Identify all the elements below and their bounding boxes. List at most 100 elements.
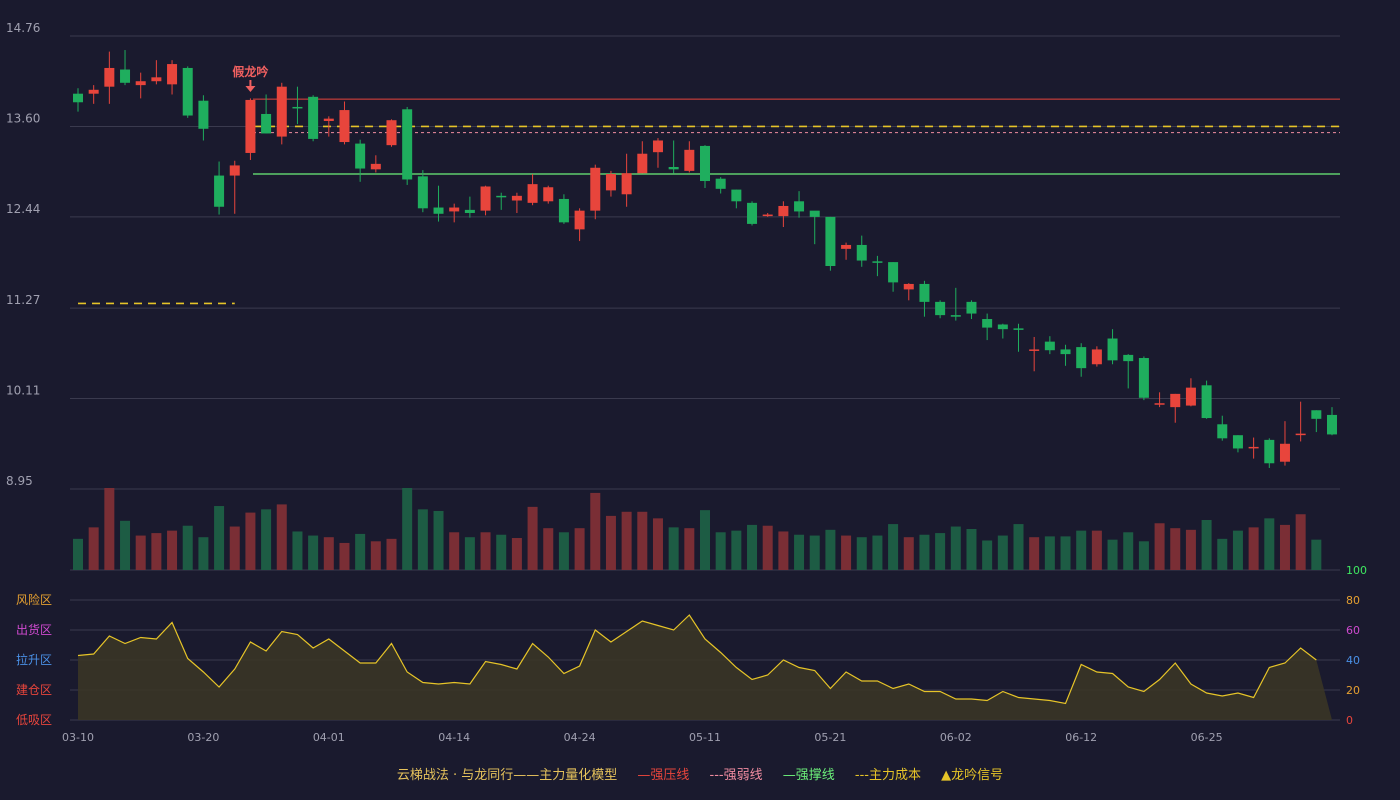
volume-bar xyxy=(245,512,256,570)
candle-body xyxy=(950,315,961,317)
volume-bar xyxy=(1107,539,1118,570)
volume-bar xyxy=(480,532,491,570)
candle-body xyxy=(621,173,632,195)
x-tick-label: 05-11 xyxy=(689,731,721,744)
volume-bar xyxy=(73,538,83,570)
candle-body xyxy=(449,207,460,212)
candle-body xyxy=(731,189,742,202)
volume-bar xyxy=(668,527,679,570)
candle-body xyxy=(511,195,522,201)
volume-bar xyxy=(339,542,350,570)
legend-item-main-cost: --- 主力成本 xyxy=(854,768,922,783)
candle-body xyxy=(167,64,178,85)
price-tick-label: 14.76 xyxy=(6,21,40,35)
volume-bar xyxy=(1091,530,1102,570)
zone-label: 拉升区 xyxy=(16,652,52,667)
candle-body xyxy=(684,149,695,171)
volume-bar xyxy=(276,504,287,570)
legend-item-dragon-signal: ▲ 龙吟信号 xyxy=(941,768,1004,783)
candle-body xyxy=(605,174,616,191)
volume-bar xyxy=(104,488,115,570)
volume-bar xyxy=(731,530,742,570)
volume-bar xyxy=(997,535,1008,570)
volume-bar xyxy=(1232,530,1243,570)
candle-body xyxy=(1217,424,1228,439)
candle-body xyxy=(543,187,554,202)
candle-body xyxy=(1107,338,1118,361)
candle-body xyxy=(1154,403,1165,405)
volume-bar xyxy=(1013,524,1024,570)
candle-body xyxy=(417,176,428,209)
volume-bar xyxy=(935,533,946,570)
x-tick-label: 04-01 xyxy=(313,731,345,744)
candle-body xyxy=(433,207,444,214)
volume-bar xyxy=(1076,530,1087,570)
volume-bar xyxy=(903,537,914,570)
volume-bar xyxy=(355,533,366,570)
zone-label: 风险区 xyxy=(16,592,52,607)
volume-bar xyxy=(1170,528,1181,570)
candle-body xyxy=(935,301,946,316)
candle-body xyxy=(88,89,99,94)
candle-body xyxy=(355,143,366,169)
candle-body xyxy=(464,209,475,213)
volume-bar xyxy=(1060,536,1071,570)
volume-bar xyxy=(1295,514,1306,570)
candle-body xyxy=(668,166,679,170)
candle-body xyxy=(182,67,193,116)
volume-bar xyxy=(308,535,319,570)
candle-body xyxy=(135,81,146,86)
candle-body xyxy=(574,210,585,230)
volume-bar xyxy=(809,535,820,570)
candle-body xyxy=(1044,341,1055,351)
candle-body xyxy=(1060,349,1071,355)
volume-bar xyxy=(919,534,930,570)
candle-body xyxy=(1185,387,1196,406)
candle-body xyxy=(1029,349,1040,351)
volume-bar xyxy=(637,511,648,570)
legend-title: 云梯战法 · 与龙同行——主力量化模型 xyxy=(396,768,618,783)
x-tick-label: 03-10 xyxy=(62,731,94,744)
osc-tick-label: 60 xyxy=(1346,624,1360,637)
candle-body xyxy=(982,319,993,328)
candle-body xyxy=(558,198,569,223)
volume-bar xyxy=(841,535,852,570)
candle-body xyxy=(872,261,883,263)
volume-bar xyxy=(715,532,726,570)
candle-body xyxy=(323,118,334,121)
candle-body xyxy=(386,120,397,146)
candle-body xyxy=(496,195,507,198)
candle-body xyxy=(1170,393,1181,408)
candle-body xyxy=(637,153,648,174)
x-tick-label: 03-20 xyxy=(187,731,219,744)
volume-bar xyxy=(167,530,178,570)
candle-body xyxy=(1279,443,1290,462)
volume-bar xyxy=(1201,519,1212,570)
volume-bar xyxy=(496,534,507,570)
volume-bar xyxy=(198,537,209,570)
volume-bar xyxy=(120,520,131,570)
candle-body xyxy=(402,109,413,180)
candle-body xyxy=(1248,446,1259,449)
osc-tick-label: 0 xyxy=(1346,714,1353,727)
volume-bar xyxy=(511,538,522,570)
candle-body xyxy=(1091,349,1102,365)
volume-bar xyxy=(1264,518,1275,570)
volume-bar xyxy=(135,535,146,570)
volume-bar xyxy=(1044,536,1055,570)
candle-body xyxy=(73,93,83,103)
candle-body xyxy=(1232,435,1243,449)
volume-bar xyxy=(1248,527,1259,570)
x-tick-label: 06-02 xyxy=(940,731,972,744)
candle-body xyxy=(652,140,663,153)
candle-body xyxy=(214,175,225,207)
volume-bar xyxy=(464,537,475,570)
candle-body xyxy=(1201,385,1212,419)
volume-bar xyxy=(982,540,993,570)
candle-body xyxy=(1076,347,1087,369)
price-tick-label: 8.95 xyxy=(6,474,33,488)
volume-bar xyxy=(966,529,977,570)
price-tick-label: 10.11 xyxy=(6,384,40,398)
candle-body xyxy=(715,178,726,189)
osc-tick-label: 100 xyxy=(1346,564,1367,577)
